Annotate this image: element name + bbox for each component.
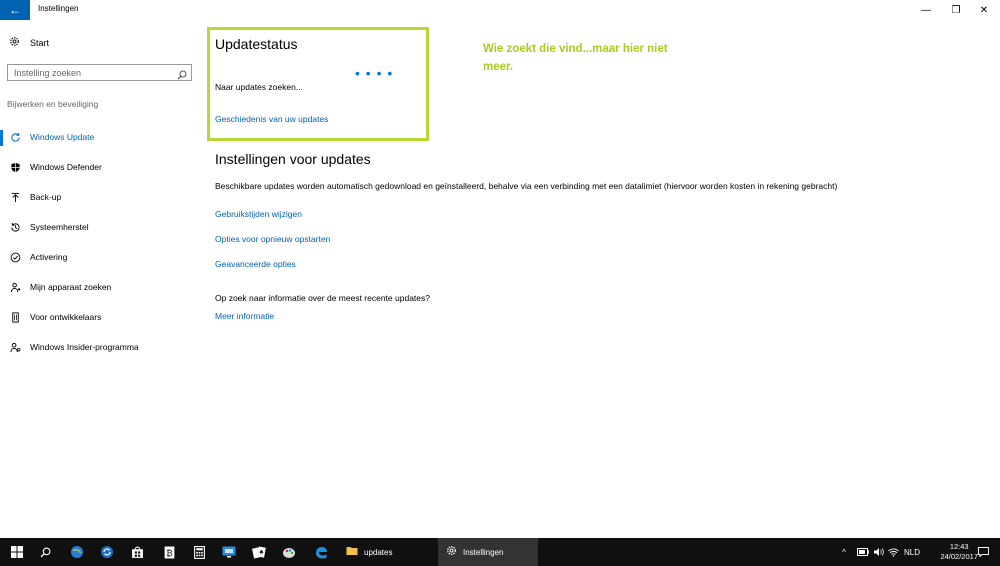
- sidebar-item-label: Voor ontwikkelaars: [30, 312, 102, 322]
- gear-icon: [8, 36, 20, 50]
- minimize-icon: —: [921, 4, 931, 16]
- sidebar: Start Bijwerken en beveiliging Windows U…: [0, 20, 200, 538]
- pinned-solitaire-app[interactable]: ♠: [244, 538, 274, 566]
- sidebar-item-windows-update[interactable]: Windows Update: [0, 122, 200, 152]
- start-label: Start: [30, 38, 50, 48]
- restart-options-link[interactable]: Opties voor opnieuw opstarten: [215, 234, 330, 244]
- battery-icon[interactable]: [857, 538, 869, 566]
- update-history-link[interactable]: Geschiedenis van uw updates: [215, 114, 328, 124]
- globe-icon: [71, 546, 83, 558]
- pinned-remote-app[interactable]: [214, 538, 244, 566]
- pinned-sync-app[interactable]: [92, 538, 122, 566]
- section-label: Bijwerken en beveiliging: [7, 99, 99, 109]
- taskbar: ₿ ♠ updates Instellingen ^ NLD 12:43 24/…: [0, 538, 1000, 566]
- start-button[interactable]: [2, 538, 32, 566]
- sidebar-item-systeemherstel[interactable]: Systeemherstel: [0, 212, 200, 242]
- clock-date: 24/02/2017: [940, 552, 978, 561]
- sidebar-item-label: Activering: [30, 252, 68, 262]
- folder-icon: [346, 545, 358, 559]
- sidebar-item-label: Windows Update: [30, 132, 95, 142]
- svg-text:♠: ♠: [259, 549, 264, 556]
- notifications-icon[interactable]: [978, 538, 989, 566]
- wifi-icon[interactable]: [888, 538, 899, 566]
- developer-icon: [9, 311, 21, 323]
- person-pin-icon: [9, 281, 21, 293]
- sidebar-item-voor-ontwikkelaars[interactable]: Voor ontwikkelaars: [0, 302, 200, 332]
- close-button[interactable]: ✕: [968, 0, 1000, 20]
- sidebar-nav: Windows Update Windows Defender Back-up …: [0, 122, 200, 362]
- progress-dots: • • • •: [355, 65, 394, 81]
- annotation-text: Wie zoekt die vind...maar hier niet meer…: [483, 43, 668, 73]
- check-circle-icon: [9, 251, 21, 263]
- pinned-calculator-app[interactable]: [184, 538, 214, 566]
- monitor-icon: [222, 546, 236, 558]
- back-arrow-icon: ←: [9, 3, 21, 17]
- sidebar-item-label: Windows Defender: [30, 162, 102, 172]
- close-icon: ✕: [979, 4, 989, 16]
- sidebar-item-mijn-apparaat-zoeken[interactable]: Mijn apparaat zoeken: [0, 272, 200, 302]
- tray-chevron[interactable]: ^: [842, 538, 846, 566]
- search-input[interactable]: [14, 67, 174, 78]
- pinned-paint-app[interactable]: [274, 538, 304, 566]
- calculator-icon: [193, 545, 205, 559]
- windows-logo-icon: [11, 546, 23, 558]
- sidebar-item-label: Back-up: [30, 192, 62, 202]
- search-icon: [40, 547, 50, 557]
- sync-icon: [101, 546, 113, 558]
- clock[interactable]: 12:43 24/02/2017: [940, 542, 978, 562]
- taskbar-app-label: Instellingen: [463, 547, 504, 557]
- edge-icon: [316, 547, 327, 559]
- search-taskbar-button[interactable]: [30, 538, 60, 566]
- update-settings-heading: Instellingen voor updates: [215, 151, 371, 167]
- taskbar-app-label: updates: [364, 547, 393, 557]
- document-icon: ₿: [164, 546, 174, 558]
- language-indicator[interactable]: NLD: [904, 538, 920, 566]
- shield-icon: [9, 161, 21, 173]
- svg-text:₿: ₿: [166, 547, 172, 558]
- update-status-heading: Updatestatus: [215, 36, 298, 52]
- store-icon: [131, 546, 143, 558]
- sidebar-item-label: Windows Insider-programma: [30, 342, 139, 352]
- refresh-icon: [9, 131, 21, 143]
- back-button[interactable]: ←: [0, 0, 30, 20]
- search-icon[interactable]: [177, 67, 187, 80]
- sidebar-item-windows-defender[interactable]: Windows Defender: [0, 152, 200, 182]
- active-hours-link[interactable]: Gebruikstijden wijzigen: [215, 209, 302, 219]
- history-icon: [9, 221, 21, 233]
- sidebar-item-windows-insider-programma[interactable]: Windows Insider-programma: [0, 332, 200, 362]
- gear-icon: [446, 545, 457, 559]
- clock-time: 12:43: [949, 542, 969, 551]
- maximize-icon: ❐: [951, 4, 961, 16]
- sidebar-item-activering[interactable]: Activering: [0, 242, 200, 272]
- more-info-link[interactable]: Meer informatie: [215, 311, 274, 321]
- insider-icon: [9, 341, 21, 353]
- taskbar-app-updates[interactable]: updates: [338, 538, 434, 566]
- info-question: Op zoek naar informatie over de meest re…: [215, 293, 430, 303]
- window-title: Instellingen: [38, 4, 79, 13]
- pinned-edge-app[interactable]: [306, 538, 336, 566]
- search-box[interactable]: [7, 64, 192, 81]
- palette-icon: [283, 547, 295, 558]
- status-text: Naar updates zoeken...: [215, 82, 303, 92]
- title-bar: ← Instellingen — ❐ ✕: [0, 0, 1000, 20]
- volume-icon[interactable]: [873, 538, 884, 566]
- start-link[interactable]: Start: [8, 36, 49, 50]
- pinned-bitcoin-app[interactable]: ₿: [154, 538, 184, 566]
- pinned-store-app[interactable]: [122, 538, 152, 566]
- update-settings-description: Beschikbare updates worden automatisch g…: [215, 181, 838, 191]
- pinned-globe-app[interactable]: [62, 538, 92, 566]
- advanced-options-link[interactable]: Geavanceerde opties: [215, 259, 296, 269]
- minimize-button[interactable]: —: [910, 0, 942, 20]
- cards-icon: ♠: [252, 546, 266, 559]
- sidebar-item-back-up[interactable]: Back-up: [0, 182, 200, 212]
- upload-arrow-icon: [9, 191, 21, 203]
- sidebar-item-label: Systeemherstel: [30, 222, 89, 232]
- sidebar-item-label: Mijn apparaat zoeken: [30, 282, 112, 292]
- taskbar-app-instellingen[interactable]: Instellingen: [438, 538, 538, 566]
